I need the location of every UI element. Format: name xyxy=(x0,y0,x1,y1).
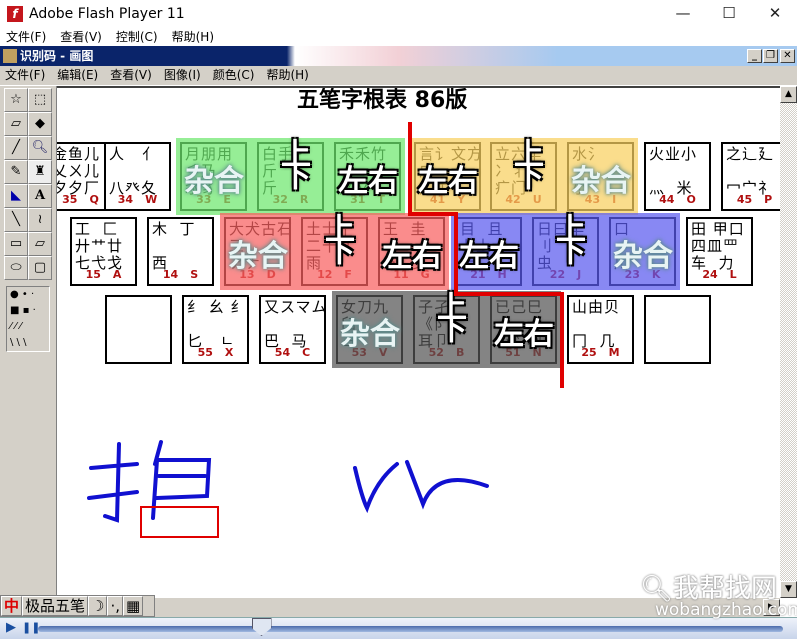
flash-menu-bar: 文件(F) 查看(V) 控制(C) 帮助(H) xyxy=(0,28,797,46)
minimize-button[interactable]: — xyxy=(660,0,706,28)
ime-toolbar[interactable]: 中 极品五笔 ☽ ·, ▦ xyxy=(0,595,155,617)
paint-app-icon xyxy=(3,49,17,63)
flash-title-bar: f Adobe Flash Player 11 — ☐ ✕ xyxy=(0,0,797,28)
paint-title: 识别码 - 画图 xyxy=(20,49,94,63)
rectangle-icon[interactable]: ▭ xyxy=(4,232,28,256)
vertical-scrollbar[interactable]: ▲ ▼ xyxy=(780,86,797,598)
paint-menu-help[interactable]: 帮助(H) xyxy=(266,66,308,85)
ink-stroke xyxy=(353,462,399,514)
paint-minimize-button[interactable]: _ xyxy=(747,49,762,63)
menu-control[interactable]: 控制(C) xyxy=(116,28,158,46)
menu-view[interactable]: 查看(V) xyxy=(60,28,102,46)
ink-stroke xyxy=(87,442,139,523)
line-icon[interactable]: ╲ xyxy=(4,208,28,232)
progress-thumb[interactable] xyxy=(251,618,272,636)
polygon-icon[interactable]: ▱ xyxy=(28,232,52,256)
rounded-rect-icon[interactable]: ▢ xyxy=(28,256,52,280)
play-button[interactable]: ▶ xyxy=(6,620,16,635)
menu-file[interactable]: 文件(F) xyxy=(6,28,46,46)
half-width-icon[interactable]: ☽ xyxy=(88,596,108,616)
eraser-icon[interactable]: ▱ xyxy=(4,112,28,136)
fill-icon[interactable]: ◆ xyxy=(28,112,52,136)
paint-menu-colors[interactable]: 颜色(C) xyxy=(213,66,255,85)
magnifier-icon[interactable]: 🔍︎ xyxy=(28,136,52,160)
paint-canvas[interactable]: 五笔字根表 86版 金鱼儿 乂ㄨ儿 夕夕厂35Q人 亻 八癶夂34W月朋用 彡乃… xyxy=(57,86,780,598)
ellipse-icon[interactable]: ⬭ xyxy=(4,256,28,280)
paint-menu-bar: 文件(F) 编辑(E) 查看(V) 图像(I) 颜色(C) 帮助(H) xyxy=(0,66,797,85)
ime-logo-icon[interactable]: 中 xyxy=(1,596,23,616)
flash-control-bar: ▶ ❚❚ xyxy=(0,617,797,639)
flash-logo-icon: f xyxy=(7,6,23,22)
scroll-down-button[interactable]: ▼ xyxy=(780,581,797,598)
ink-stroke xyxy=(405,460,489,510)
pencil-icon[interactable]: ✎ xyxy=(4,160,28,184)
text-icon[interactable]: A xyxy=(28,184,52,208)
maximize-button[interactable]: ☐ xyxy=(706,0,752,28)
rect-select-icon[interactable]: ⬚ xyxy=(28,88,52,112)
paint-close-button[interactable]: ✕ xyxy=(780,49,795,63)
brush-icon[interactable]: ♜ xyxy=(28,160,52,184)
paint-restore-button[interactable]: ❐ xyxy=(763,49,778,63)
close-button[interactable]: ✕ xyxy=(752,0,797,28)
menu-help[interactable]: 帮助(H) xyxy=(172,28,214,46)
curve-icon[interactable]: ≀ xyxy=(28,208,52,232)
free-select-icon[interactable]: ☆ xyxy=(4,88,28,112)
eyedropper-icon[interactable]: ╱ xyxy=(4,136,28,160)
paint-menu-edit[interactable]: 编辑(E) xyxy=(57,66,98,85)
progress-track[interactable] xyxy=(38,626,783,632)
toolbox: ☆ ⬚ ▱ ◆ ╱ 🔍︎ ✎ ♜ ◣ A ╲ ≀ ▭ ▱ ⬭ ▢ ● • · ■ … xyxy=(0,86,57,598)
paint-menu-file[interactable]: 文件(F) xyxy=(5,66,45,85)
punctuation-icon[interactable]: ·, xyxy=(107,596,124,616)
paint-menu-image[interactable]: 图像(I) xyxy=(164,66,201,85)
scroll-up-button[interactable]: ▲ xyxy=(780,86,797,103)
paint-title-bar: 识别码 - 画图 _ ❐ ✕ xyxy=(0,46,797,66)
handwriting-layer xyxy=(87,440,489,538)
paint-menu-view[interactable]: 查看(V) xyxy=(110,66,152,85)
brush-size-options[interactable]: ● • · ■ ▪ · ⁄ ⁄ ⁄ \ \ \ xyxy=(6,286,50,352)
soft-keyboard-icon[interactable]: ▦ xyxy=(123,596,144,616)
ime-name[interactable]: 极品五笔 xyxy=(22,596,89,616)
watermark-en: wobangzhao.com xyxy=(655,600,797,620)
window-title: Adobe Flash Player 11 xyxy=(29,6,185,22)
airbrush-icon[interactable]: ◣ xyxy=(4,184,28,208)
